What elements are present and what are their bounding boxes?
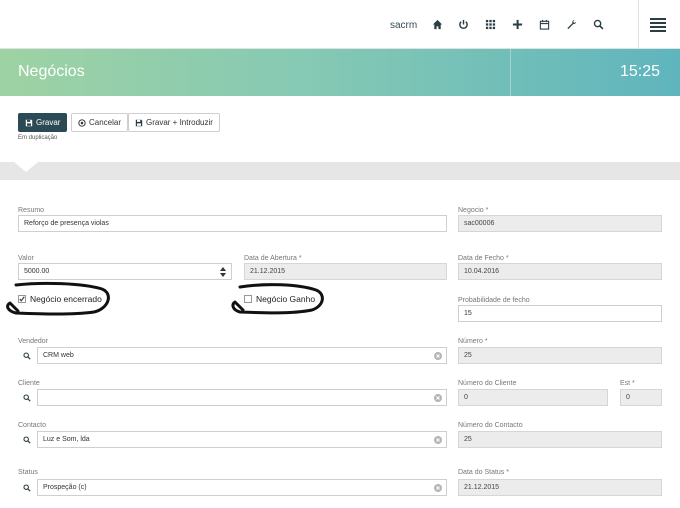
probabilidade-input[interactable]: 15 — [458, 305, 662, 322]
plus-icon[interactable] — [510, 17, 524, 31]
numero-cliente-label: Número do Cliente — [458, 380, 517, 387]
search-icon[interactable] — [18, 431, 36, 448]
data-status-field: 21.12.2015 — [458, 479, 662, 496]
checkbox-unchecked-icon — [244, 295, 252, 303]
app-name: sacrm — [390, 20, 418, 31]
duplication-note: Em duplicação — [18, 135, 58, 141]
action-toolbar: Gravar Cancelar Gravar + Introduzir Em d… — [0, 96, 680, 162]
save-and-insert-button[interactable]: Gravar + Introduzir — [128, 113, 220, 132]
search-icon[interactable] — [18, 389, 36, 406]
contacto-label: Contacto — [18, 422, 47, 429]
cliente-input[interactable] — [37, 389, 447, 406]
section-divider — [0, 162, 680, 180]
save-button[interactable]: Gravar — [18, 113, 68, 132]
negocio-ganho-checkbox[interactable]: Negócio Ganho — [244, 294, 315, 304]
numero-label: Número * — [458, 338, 488, 345]
est-label: Est * — [620, 380, 635, 387]
save-and-insert-label: Gravar + Introduzir — [146, 118, 213, 127]
page-title: Negócios — [18, 63, 85, 80]
power-icon[interactable] — [456, 17, 470, 31]
status-label: Status — [18, 469, 38, 476]
clear-icon[interactable] — [434, 352, 442, 360]
negocio-label: Negocio * — [458, 207, 489, 214]
deal-form: Resumo Reforço de presença violas Negoci… — [0, 180, 680, 508]
numero-contacto-label: Número do Contacto — [458, 422, 523, 429]
negocio-field: sac00006 — [458, 215, 662, 232]
numero-field: 25 — [458, 347, 662, 364]
top-navbar: sacrm — [0, 0, 680, 49]
valor-value: 5000.00 — [24, 268, 50, 275]
status-input[interactable]: Prospeção (c) — [37, 479, 447, 496]
cancel-button-label: Cancelar — [89, 118, 122, 127]
menu-divider — [638, 0, 639, 49]
home-icon[interactable] — [430, 17, 444, 31]
floppy-icon — [135, 119, 143, 126]
data-abertura-label: Data de Abertura * — [244, 255, 302, 262]
vendedor-value: CRM web — [43, 352, 74, 359]
save-button-label: Gravar — [36, 118, 61, 127]
numero-contacto-field: 25 — [458, 431, 662, 448]
vendedor-label: Vendedor — [18, 338, 48, 345]
negocio-encerrado-checkbox[interactable]: Negócio encerrado — [18, 294, 102, 304]
probabilidade-label: Probabilidade de fecho — [458, 297, 530, 304]
header-divider — [510, 49, 511, 96]
data-fecho-label: Data de Fecho * — [458, 255, 509, 262]
floppy-icon — [25, 119, 33, 126]
cancel-circle-icon — [78, 118, 86, 127]
search-icon[interactable] — [591, 17, 605, 31]
valor-input[interactable]: 5000.00 — [18, 263, 232, 280]
resumo-input[interactable]: Reforço de presença violas — [18, 215, 447, 232]
apps-grid-icon[interactable] — [483, 17, 497, 31]
status-value: Prospeção (c) — [43, 484, 87, 491]
contacto-input[interactable]: Luz e Som, lda — [37, 431, 447, 448]
valor-label: Valor — [18, 255, 34, 262]
negocio-encerrado-label: Negócio encerrado — [30, 294, 102, 304]
number-spinner-icon[interactable] — [219, 266, 227, 278]
search-icon[interactable] — [18, 347, 36, 364]
data-fecho-field[interactable]: 10.04.2016 — [458, 263, 662, 280]
section-notch — [14, 162, 38, 172]
clear-icon[interactable] — [434, 394, 442, 402]
search-icon[interactable] — [18, 479, 36, 496]
resumo-label: Resumo — [18, 207, 45, 214]
data-abertura-field: 21.12.2015 — [244, 263, 447, 280]
clear-icon[interactable] — [434, 484, 442, 492]
contacto-value: Luz e Som, lda — [43, 436, 90, 443]
brand-logo[interactable] — [22, 14, 68, 26]
wrench-icon[interactable] — [564, 17, 578, 31]
clear-icon[interactable] — [434, 436, 442, 444]
numero-cliente-field: 0 — [458, 389, 608, 406]
cancel-button[interactable]: Cancelar — [71, 113, 129, 132]
negocio-ganho-label: Negócio Ganho — [256, 294, 316, 304]
clock: 15:25 — [620, 63, 661, 80]
checkbox-checked-icon — [18, 295, 26, 303]
vendedor-input[interactable]: CRM web — [37, 347, 447, 364]
page-header: Negócios 15:25 — [0, 49, 680, 96]
est-field: 0 — [620, 389, 662, 406]
data-status-label: Data do Status * — [458, 469, 509, 476]
cliente-label: Cliente — [18, 380, 40, 387]
calendar-icon[interactable] — [537, 17, 551, 31]
menu-icon[interactable] — [650, 18, 666, 32]
